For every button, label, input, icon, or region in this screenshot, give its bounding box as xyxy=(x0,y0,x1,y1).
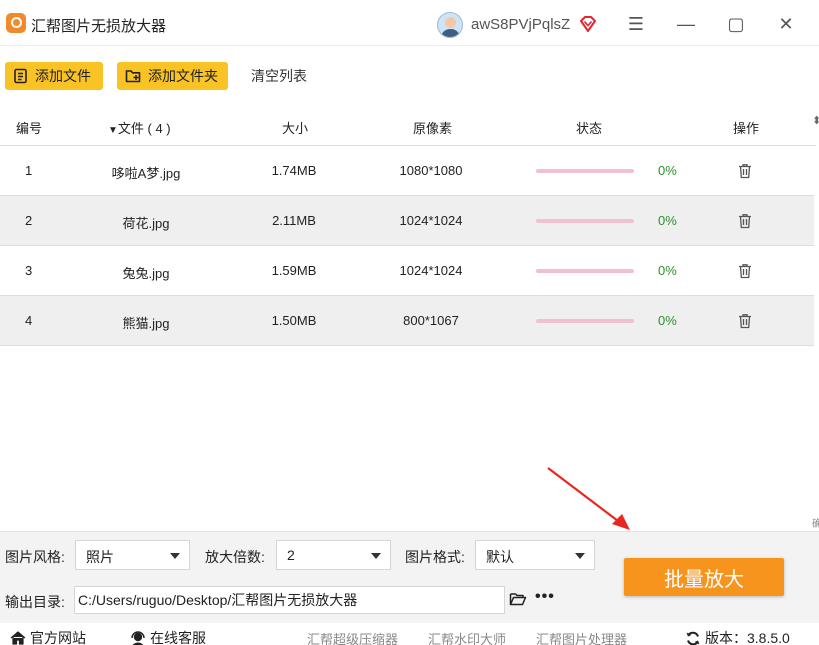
footer: 官方网站 在线客服 汇帮超级压缩器 汇帮水印大师 汇帮图片处理器 版本： 3.8… xyxy=(0,623,819,645)
row-size: 1.50MB xyxy=(271,313,317,328)
header-size: 大小 xyxy=(282,121,309,136)
add-file-label: 添加文件 xyxy=(35,68,91,84)
progress-bar xyxy=(536,169,634,173)
header-file[interactable]: ▼文件 ( 4 ) xyxy=(108,118,171,137)
progress-bar xyxy=(536,219,634,223)
menu-icon[interactable]: ☰ xyxy=(622,10,650,38)
website-label: 官方网站 xyxy=(30,630,86,645)
folder-open-icon[interactable] xyxy=(509,591,527,607)
clear-list-button[interactable]: 清空列表 xyxy=(243,62,315,90)
table-header: 编号 ▼文件 ( 4 ) 大小 原像素 状态 操作 xyxy=(0,106,816,146)
row-percent: 0% xyxy=(658,213,677,228)
sort-down-icon: ▼ xyxy=(108,125,118,136)
row-file-name: 哆啦A梦.jpg xyxy=(111,166,181,181)
batch-enlarge-button[interactable]: 批量放大 xyxy=(624,558,784,596)
scale-select[interactable]: 2 xyxy=(276,540,391,570)
format-label: 图片格式: xyxy=(405,549,465,565)
row-percent: 0% xyxy=(658,263,677,278)
output-label: 输出目录: xyxy=(5,594,65,610)
row-file-name: 熊猫.jpg xyxy=(122,316,170,331)
row-index: 2 xyxy=(25,213,33,228)
row-pixels: 1080*1080 xyxy=(399,163,463,178)
header-file-label: 文件 ( 4 ) xyxy=(117,121,171,136)
format-select[interactable]: 默认 xyxy=(475,540,595,570)
header-status: 状态 xyxy=(576,121,603,136)
add-folder-button[interactable]: 添加文件夹 xyxy=(117,62,228,90)
table-row[interactable]: 3 兔兔.jpg 1.59MB 1024*1024 0% xyxy=(0,246,814,296)
row-file-name: 兔兔.jpg xyxy=(122,266,170,281)
app-logo-icon xyxy=(6,13,26,33)
annotation-arrow-icon xyxy=(547,467,630,530)
chevron-down-icon xyxy=(371,553,381,559)
header-pixels: 原像素 xyxy=(413,121,453,136)
maximize-button[interactable]: ▢ xyxy=(722,10,750,38)
column-resize-icon[interactable]: ⬍ xyxy=(812,114,819,127)
chevron-down-icon xyxy=(575,553,585,559)
row-percent: 0% xyxy=(658,313,677,328)
row-size: 1.74MB xyxy=(271,163,317,178)
delete-icon[interactable] xyxy=(738,263,752,279)
home-icon xyxy=(10,631,26,645)
progress-bar xyxy=(536,269,634,273)
style-select[interactable]: 照片 xyxy=(75,540,190,570)
row-index: 4 xyxy=(25,313,33,328)
version-info[interactable]: 版本： 3.8.5.0 xyxy=(685,628,790,645)
row-pixels: 800*1067 xyxy=(403,313,459,328)
link-watermark[interactable]: 汇帮水印大师 xyxy=(428,629,506,645)
delete-icon[interactable] xyxy=(738,213,752,229)
progress-bar xyxy=(536,319,634,323)
version-label: 版本： xyxy=(705,630,747,645)
title-bar: 汇帮图片无损放大器 awS8PVjPqlsZ ☰ — ▢ ✕ xyxy=(0,0,819,46)
add-file-icon xyxy=(14,68,27,84)
output-path-input[interactable] xyxy=(74,586,505,614)
delete-icon[interactable] xyxy=(738,163,752,179)
more-options-icon[interactable]: ••• xyxy=(535,588,555,606)
website-link[interactable]: 官方网站 xyxy=(10,628,86,645)
row-file-name: 荷花.jpg xyxy=(122,216,170,231)
edge-fragment: 确 xyxy=(812,519,819,530)
username[interactable]: awS8PVjPqlsZ xyxy=(471,16,570,33)
link-compressor[interactable]: 汇帮超级压缩器 xyxy=(307,629,398,645)
row-pixels: 1024*1024 xyxy=(399,213,463,228)
row-size: 2.11MB xyxy=(272,213,316,228)
row-pixels: 1024*1024 xyxy=(399,263,463,278)
add-folder-label: 添加文件夹 xyxy=(148,68,218,84)
app-title: 汇帮图片无损放大器 xyxy=(31,18,167,35)
minimize-button[interactable]: — xyxy=(672,10,700,38)
vip-diamond-icon[interactable] xyxy=(578,14,598,34)
version-value: 3.8.5.0 xyxy=(747,630,790,645)
row-index: 1 xyxy=(25,163,33,178)
style-value: 照片 xyxy=(86,549,114,565)
row-index: 3 xyxy=(25,263,33,278)
delete-icon[interactable] xyxy=(738,313,752,329)
settings-panel: 图片风格: 照片 放大倍数: 2 图片格式: 默认 输出目录: ••• 批量放大 xyxy=(0,531,819,623)
refresh-icon xyxy=(686,631,700,645)
toolbar: 添加文件 添加文件夹 清空列表 xyxy=(0,56,819,96)
add-file-button[interactable]: 添加文件 xyxy=(5,62,103,90)
chevron-down-icon xyxy=(170,553,180,559)
row-percent: 0% xyxy=(658,163,677,178)
scale-label: 放大倍数: xyxy=(205,549,265,565)
add-folder-icon xyxy=(125,70,141,83)
scale-value: 2 xyxy=(287,547,295,563)
table-row[interactable]: 4 熊猫.jpg 1.50MB 800*1067 0% xyxy=(0,296,814,346)
row-size: 1.59MB xyxy=(271,263,317,278)
table-row[interactable]: 1 哆啦A梦.jpg 1.74MB 1080*1080 0% xyxy=(0,146,814,196)
style-label: 图片风格: xyxy=(5,549,65,565)
header-index: 编号 xyxy=(16,121,43,136)
table-row[interactable]: 2 荷花.jpg 2.11MB 1024*1024 0% xyxy=(0,196,814,246)
close-button[interactable]: ✕ xyxy=(772,10,800,38)
header-action: 操作 xyxy=(733,121,760,136)
support-label: 在线客服 xyxy=(150,630,206,645)
headset-icon xyxy=(131,630,145,645)
support-link[interactable]: 在线客服 xyxy=(130,628,206,645)
link-image-processor[interactable]: 汇帮图片处理器 xyxy=(536,629,627,645)
format-value: 默认 xyxy=(486,549,514,565)
user-avatar[interactable] xyxy=(437,12,463,38)
